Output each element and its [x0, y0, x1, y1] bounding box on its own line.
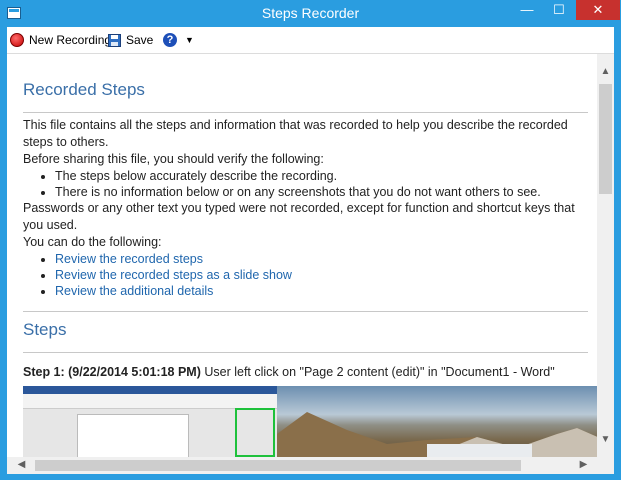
verify-item: There is no information below or on any …: [55, 184, 588, 200]
review-slideshow-link[interactable]: Review the recorded steps as a slide sho…: [55, 268, 292, 282]
save-label: Save: [126, 33, 154, 47]
save-button[interactable]: Save: [108, 31, 153, 49]
can-do-text: You can do the following:: [23, 235, 162, 249]
step-1-text: User left click on "Page 2 content (edit…: [200, 365, 555, 379]
screenshot-word-titlebar: [23, 386, 277, 394]
horizontal-scrollbar[interactable]: ◀ ▶: [7, 457, 597, 474]
help-button[interactable]: ? ▼: [163, 31, 194, 49]
review-details-link[interactable]: Review the additional details: [55, 284, 213, 298]
list-item: Review the recorded steps: [55, 251, 588, 267]
toolbar: New Recording Save ? ▼: [7, 27, 614, 54]
passwords-note: Passwords or any other text you typed we…: [23, 201, 575, 232]
list-item: Review the recorded steps as a slide sho…: [55, 267, 588, 283]
links-list: Review the recorded steps Review the rec…: [23, 251, 588, 299]
review-steps-link[interactable]: Review the recorded steps: [55, 252, 203, 266]
recorded-steps-heading: Recorded Steps: [23, 80, 145, 99]
screenshot-word-page: [77, 414, 189, 457]
close-button[interactable]: ✕: [576, 0, 620, 20]
horizontal-scroll-thumb[interactable]: [35, 460, 521, 471]
intro-text: This file contains all the steps and inf…: [23, 118, 568, 149]
title-bar: Steps Recorder — ☐ ✕: [0, 0, 621, 27]
help-dropdown-icon[interactable]: ▼: [185, 35, 194, 45]
scroll-right-icon[interactable]: ▶: [575, 459, 592, 470]
vertical-scrollbar[interactable]: ▲ ▼: [597, 54, 614, 457]
save-icon: [108, 33, 121, 47]
verify-list: The steps below accurately describe the …: [23, 168, 588, 200]
list-item: Review the additional details: [55, 283, 588, 299]
verify-intro-text: Before sharing this file, you should ver…: [23, 152, 324, 166]
minimize-button[interactable]: —: [512, 0, 542, 20]
recorded-steps-document: Recorded Steps This file contains all th…: [7, 54, 597, 457]
scroll-down-icon[interactable]: ▼: [597, 434, 614, 445]
window-frame-left: [0, 27, 7, 480]
vertical-scroll-thumb[interactable]: [599, 84, 612, 194]
screenshot-word-window: [23, 386, 277, 457]
steps-heading: Steps: [23, 320, 67, 339]
window-frame-right: [614, 27, 621, 480]
screenshot-word-ribbon: [23, 394, 277, 409]
scrollbar-corner: [597, 457, 614, 474]
verify-item: The steps below accurately describe the …: [55, 168, 588, 184]
step-1-description: Step 1: (9/22/2014 5:01:18 PM) User left…: [23, 364, 588, 381]
scroll-up-icon[interactable]: ▲: [597, 66, 614, 77]
scroll-left-icon[interactable]: ◀: [13, 459, 30, 470]
help-icon: ?: [163, 33, 177, 47]
screenshot-click-highlight: [235, 408, 275, 457]
record-icon: [10, 33, 24, 47]
step-1-label: Step 1: (9/22/2014 5:01:18 PM): [23, 365, 201, 379]
new-recording-label: New Recording: [29, 33, 112, 47]
maximize-button[interactable]: ☐: [544, 0, 574, 20]
new-recording-button[interactable]: New Recording: [10, 31, 111, 49]
window-frame-bottom: [0, 474, 621, 480]
step-1-screenshot[interactable]: [23, 386, 597, 457]
screenshot-mountains: [277, 412, 597, 457]
